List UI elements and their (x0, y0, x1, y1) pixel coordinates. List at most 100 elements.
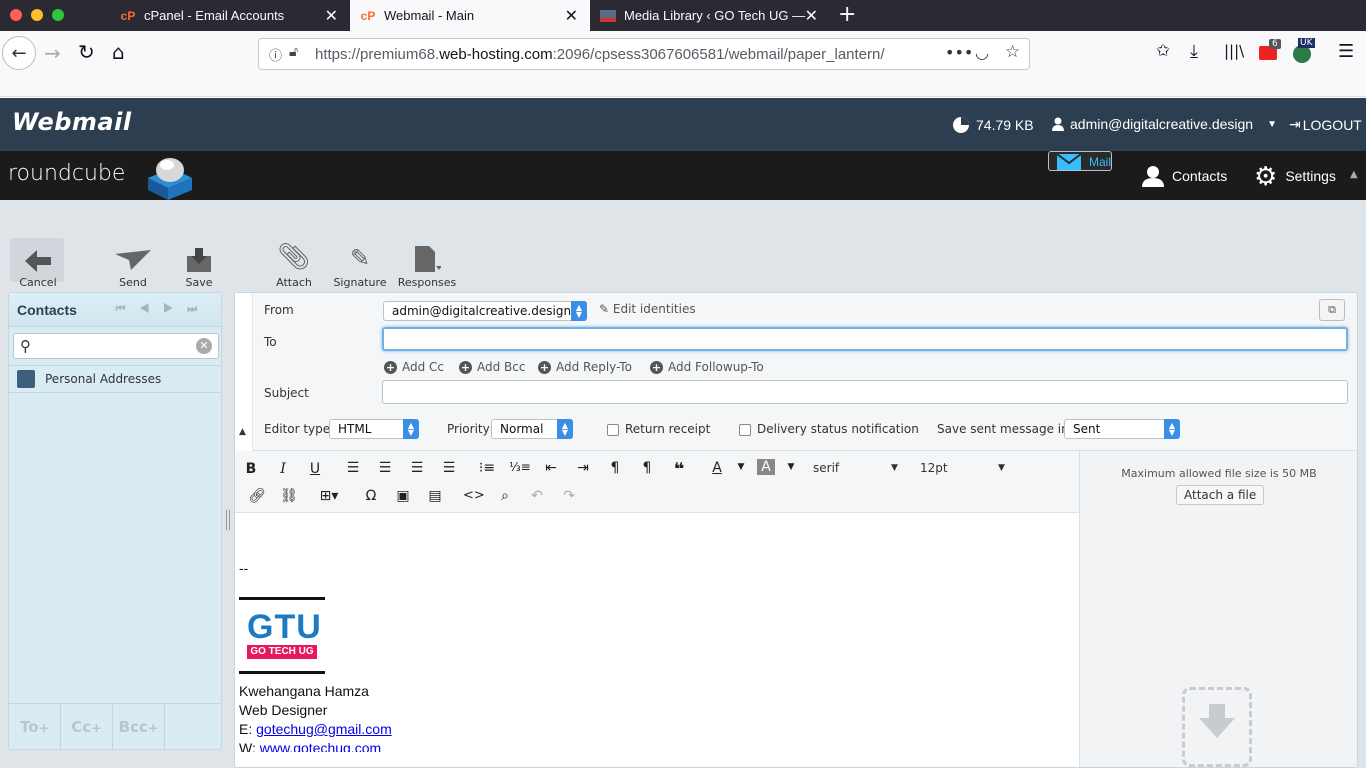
page-actions-icon[interactable]: ••• (945, 43, 973, 62)
contacts-paging[interactable]: ⏮◀▶⏭ (116, 303, 211, 316)
add-bcc-link[interactable]: + Add Bcc (459, 360, 525, 374)
add-reply-to-link[interactable]: + Add Reply-To (538, 360, 632, 374)
back-button[interactable]: ← (2, 36, 36, 70)
collapse-headers-icon[interactable]: ▲ (239, 427, 246, 437)
minimize-window-button[interactable] (31, 9, 43, 21)
save-button[interactable]: Save (180, 240, 218, 289)
info-icon[interactable]: ⓘ (269, 45, 282, 64)
font-size-select[interactable]: 12pt ▼ (920, 461, 1005, 475)
add-followup-to-link[interactable]: + Add Followup-To (650, 360, 764, 374)
return-receipt-checkbox[interactable]: Return receipt (607, 422, 710, 436)
download-arrow-icon (1199, 704, 1235, 738)
insert-cc-button[interactable]: Cc + (61, 704, 113, 750)
tab-media-library[interactable]: Media Library ‹ GO Tech UG — ✕ (590, 0, 830, 31)
nav-mail[interactable]: Mail (1048, 151, 1113, 171)
indent-button[interactable]: ⇥ (573, 460, 593, 476)
collapse-header-icon[interactable]: ▲ (1350, 169, 1358, 180)
signature-button[interactable]: ✎ Signature (332, 240, 388, 289)
downloads-icon[interactable]: ⤓ (1190, 41, 1198, 62)
insert-image-button[interactable]: ▣ (393, 488, 413, 504)
pocket-icon[interactable]: ◡ (975, 43, 989, 62)
library-icon[interactable]: |||\ (1224, 42, 1244, 60)
from-select[interactable]: admin@digitalcreative.design ▲ ▼ (383, 301, 587, 321)
undo-button[interactable]: ↶ (527, 488, 547, 504)
attach-file-button[interactable]: Attach a file (1176, 485, 1265, 505)
close-window-button[interactable] (10, 9, 22, 21)
bullet-list-button[interactable]: ⁝≡ (477, 460, 497, 476)
delivery-notification-checkbox[interactable]: Delivery status notification (739, 422, 919, 436)
email-link[interactable]: gotechug@gmail.com (256, 721, 392, 737)
table-button[interactable]: ⊞▾ (313, 488, 345, 504)
edit-identities-link[interactable]: ✎ Edit identities (599, 302, 696, 316)
priority-select[interactable]: Normal ▲ ▼ (491, 419, 573, 439)
splitter-handle[interactable] (226, 510, 230, 530)
to-input[interactable] (382, 327, 1348, 351)
insert-bcc-button[interactable]: Bcc + (113, 704, 165, 750)
user-menu[interactable]: admin@digitalcreative.design ▼ (1052, 116, 1277, 132)
tab-cpanel[interactable]: cP cPanel - Email Accounts ✕ (110, 0, 350, 31)
font-family-select[interactable]: serif ▼ (813, 461, 898, 475)
bookmark-star-icon[interactable]: ☆ (1005, 42, 1020, 62)
text-color-dropdown-icon[interactable]: ▼ (731, 462, 751, 472)
align-right-button[interactable]: ☰ (407, 460, 427, 476)
special-char-button[interactable]: Ω (361, 488, 381, 504)
close-tab-icon[interactable]: ✕ (805, 6, 818, 26)
contacts-search-input[interactable]: ⚲ ✕ (13, 333, 219, 359)
bold-button[interactable]: B (241, 461, 261, 477)
background-color-button[interactable]: A (757, 459, 775, 475)
justify-button[interactable]: ☰ (439, 460, 459, 476)
forward-button[interactable]: → (44, 41, 61, 65)
align-left-button[interactable]: ☰ (343, 460, 363, 476)
maximize-window-button[interactable] (52, 9, 64, 21)
source-code-button[interactable]: <> (463, 488, 485, 503)
close-tab-icon[interactable]: ✕ (325, 6, 338, 26)
cancel-button[interactable]: Cancel (14, 240, 62, 289)
editor-body[interactable]: -- GTU GO TECH UG Kwehangana Hamza Web D… (239, 513, 1079, 767)
underline-button[interactable]: U (305, 461, 325, 477)
background-color-dropdown-icon[interactable]: ▼ (781, 462, 801, 472)
blockquote-button[interactable]: ❝ (669, 459, 689, 480)
outdent-button[interactable]: ⇤ (541, 460, 561, 476)
disk-usage[interactable]: 74.79 KB (952, 116, 1034, 134)
search-icon: ⚲ (20, 337, 31, 355)
menu-icon[interactable]: ☰ (1338, 41, 1354, 62)
close-tab-icon[interactable]: ✕ (565, 6, 578, 26)
ltr-button[interactable]: ¶ (605, 460, 625, 476)
insert-to-button[interactable]: To + (9, 704, 61, 750)
insert-link-button[interactable]: 🔗︎ (247, 488, 267, 504)
numbered-list-button[interactable]: ⅓≡ (509, 460, 531, 474)
roundcube-logo[interactable]: roundcube (8, 161, 125, 186)
drop-zone[interactable] (1182, 687, 1252, 767)
subject-input[interactable] (382, 380, 1348, 404)
editor-type-select[interactable]: HTML ▲ ▼ (329, 419, 419, 439)
insecure-lock-icon[interactable]: 🔓︎ (289, 44, 298, 60)
search-replace-button[interactable]: ⌕ (495, 488, 515, 504)
responses-button[interactable]: Responses (396, 240, 458, 289)
url-text[interactable]: https://premium68.web-hosting.com:2096/c… (315, 46, 905, 63)
nav-contacts[interactable]: Contacts (1130, 151, 1239, 200)
redo-button[interactable]: ↷ (559, 488, 579, 504)
unlink-button[interactable]: ⛓ (279, 488, 299, 504)
save-sent-select[interactable]: Sent ▲ ▼ (1064, 419, 1180, 439)
insert-media-button[interactable]: ▤ (425, 488, 445, 504)
web-link[interactable]: www.gotechug.com (260, 740, 381, 752)
home-button[interactable]: ⌂ (112, 40, 125, 64)
popout-button[interactable]: ⧉ (1319, 299, 1345, 321)
text-color-button[interactable]: A (707, 460, 727, 476)
clear-search-icon[interactable]: ✕ (196, 338, 212, 354)
attach-button[interactable]: 📎︎ Attach (272, 240, 316, 289)
webmail-logo[interactable]: Webmail (12, 108, 132, 136)
italic-button[interactable]: I (273, 461, 293, 477)
new-tab-icon[interactable]: + (838, 2, 856, 27)
rtl-button[interactable]: ¶ (637, 460, 657, 476)
nav-settings[interactable]: ⚙ Settings (1242, 151, 1348, 200)
send-button[interactable]: Send (110, 240, 156, 289)
reading-list-icon[interactable]: ✩ (1156, 41, 1170, 61)
reload-button[interactable]: ↻ (78, 40, 95, 64)
url-bar[interactable]: ⓘ 🔓︎ https://premium68.web-hosting.com:2… (258, 38, 1030, 70)
add-cc-link[interactable]: + Add Cc (384, 360, 444, 374)
address-book-personal[interactable]: Personal Addresses (9, 365, 221, 393)
align-center-button[interactable]: ☰ (375, 460, 395, 476)
tab-webmail[interactable]: cP Webmail - Main ✕ (350, 0, 590, 31)
logout-button[interactable]: ⇥ LOGOUT (1289, 116, 1362, 133)
